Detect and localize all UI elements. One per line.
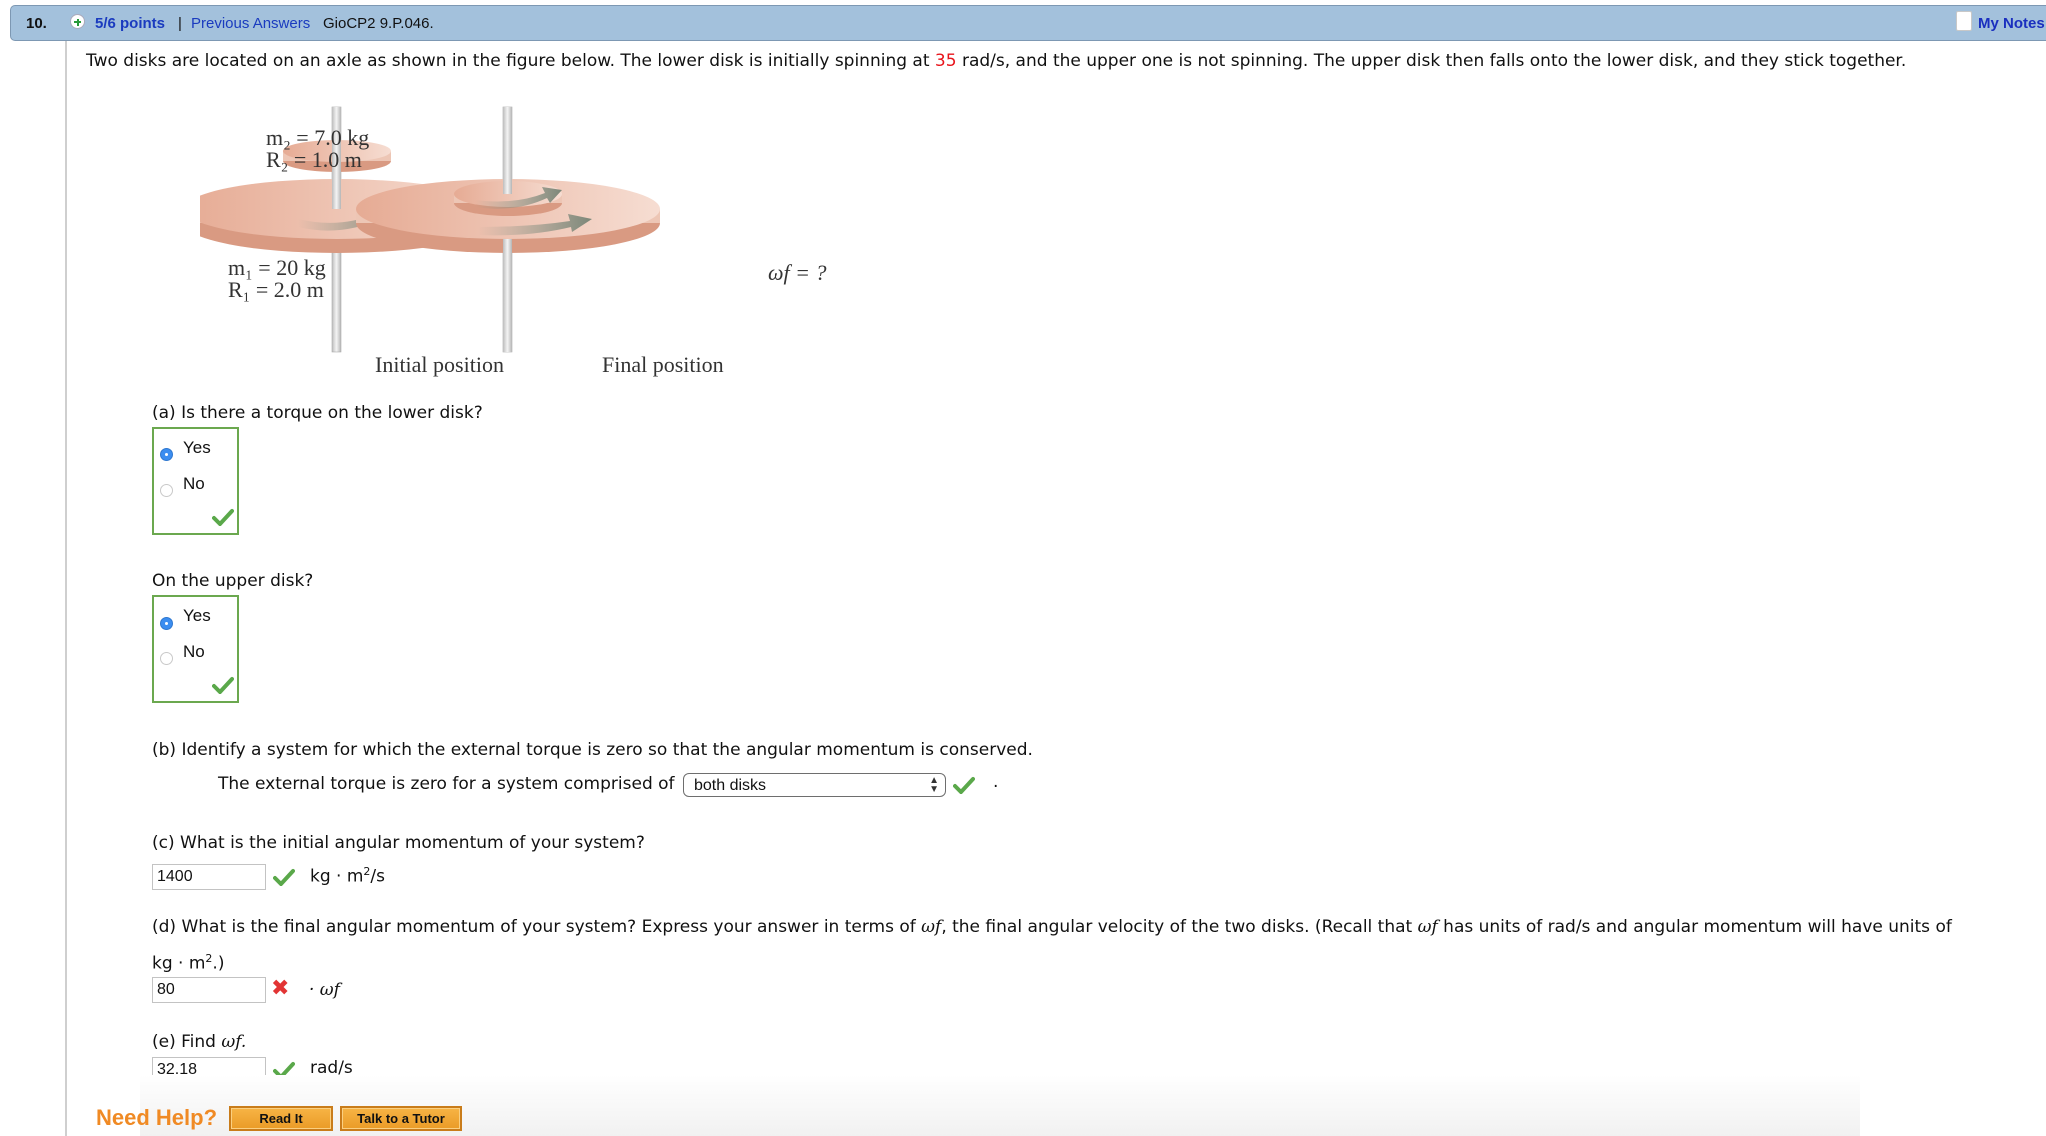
part-b-prompt: The external torque is zero for a system… — [218, 774, 675, 794]
points-link[interactable]: 5/6 points — [95, 15, 165, 32]
final-position-caption: Final position — [602, 352, 724, 377]
disks-figure: m₂ = 7.0 kg R₂ = 1.0 m m₁ = 20 kg R₁ = 2… — [184, 95, 860, 385]
problem-code: GioCP2 9.P.046. — [323, 15, 434, 32]
need-help-label: Need Help? — [96, 1105, 218, 1130]
combined-disks-final — [356, 107, 660, 352]
incorrect-x-icon: ✖ — [271, 976, 290, 1001]
part-a-label-no: No — [183, 474, 205, 493]
part-c-units: kg · m2/s — [310, 865, 386, 887]
initial-momentum-input[interactable]: 1400 — [152, 864, 266, 890]
problem-text-end: rad/s, and the upper one is not spinning… — [956, 51, 1907, 71]
system-select[interactable]: both disks ▲ ▼ — [683, 773, 946, 797]
check-icon — [212, 677, 234, 694]
part-a2-radio-no[interactable] — [160, 652, 173, 665]
final-omega-label: ωf = ? — [768, 260, 827, 285]
part-a2-label-yes: Yes — [183, 606, 211, 625]
final-momentum-input[interactable]: 80 — [152, 977, 266, 1003]
talk-to-tutor-button[interactable]: Talk to a Tutor — [340, 1106, 462, 1131]
upper-disk-radius-label: R₂ = 1.0 m — [266, 147, 362, 172]
problem-text-start: Two disks are located on an axle as show… — [86, 51, 935, 71]
part-e-question: (e) Find ωf. — [152, 1032, 247, 1052]
part-a2-radio-yes[interactable] — [160, 617, 173, 630]
plus-circle-icon[interactable] — [70, 14, 85, 29]
previous-answers-link[interactable]: Previous Answers — [191, 15, 310, 32]
part-c-question: (c) What is the initial angular momentum… — [152, 833, 645, 853]
notes-icon[interactable] — [1956, 11, 1972, 31]
part-d-question-units: kg · m2.) — [152, 952, 225, 974]
part-d-suffix: · ωf — [309, 980, 340, 1000]
select-arrows-icon: ▲ ▼ — [929, 775, 939, 795]
separator: | — [178, 15, 182, 32]
lower-disk-radius-label: R₁ = 2.0 m — [228, 277, 324, 302]
part-d-question: (d) What is the final angular momentum o… — [152, 917, 1952, 937]
part-b-question: (b) Identify a system for which the exte… — [152, 740, 1033, 760]
initial-position-caption: Initial position — [375, 352, 504, 377]
part-a-question: (a) Is there a torque on the lower disk? — [152, 403, 483, 423]
part-a2-label-no: No — [183, 642, 205, 661]
part-a-radio-no[interactable] — [160, 484, 173, 497]
check-icon — [212, 509, 234, 526]
check-icon — [273, 869, 295, 886]
part-a-label-yes: Yes — [183, 438, 211, 457]
my-notes-link[interactable]: My Notes — [1978, 15, 2045, 32]
problem-statement: Two disks are located on an axle as show… — [86, 51, 1906, 71]
content-left-border — [65, 41, 67, 1136]
part-a2-question: On the upper disk? — [152, 571, 314, 591]
check-icon — [953, 777, 975, 794]
part-a-radio-yes[interactable] — [160, 448, 173, 461]
initial-speed-value: 35 — [934, 51, 957, 71]
part-b-trailing-period: . — [993, 772, 999, 792]
system-select-value: both disks — [694, 777, 767, 794]
question-number: 10. — [26, 15, 47, 32]
read-it-button[interactable]: Read It — [229, 1106, 333, 1131]
question-header — [10, 5, 2046, 41]
